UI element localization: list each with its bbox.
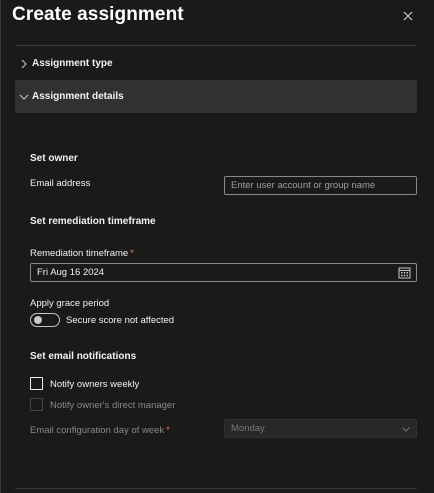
- email-address-label: Email address: [30, 178, 91, 189]
- grace-period-toggle-text: Secure score not affected: [66, 315, 175, 326]
- chevron-right-icon: [21, 59, 27, 68]
- notify-owners-weekly-checkbox[interactable]: [30, 377, 43, 390]
- section-assignment-type[interactable]: Assignment type: [15, 47, 417, 80]
- panel-title: Create assignment: [12, 4, 184, 25]
- required-marker: *: [166, 425, 170, 436]
- remediation-timeframe-label: Remediation timeframe *: [30, 248, 134, 259]
- email-day-label-text: Email configuration day of week: [30, 425, 165, 436]
- create-assignment-panel: Create assignment Assignment type Assign…: [0, 0, 434, 493]
- chevron-down-icon: [19, 94, 29, 100]
- required-marker: *: [130, 248, 134, 259]
- grace-period-toggle[interactable]: [30, 313, 60, 327]
- set-remediation-heading: Set remediation timeframe: [30, 216, 156, 227]
- section-assignment-details-label: Assignment details: [32, 91, 124, 102]
- email-address-placeholder: Enter user account or group name: [231, 180, 376, 191]
- set-email-notifications-heading: Set email notifications: [30, 351, 137, 362]
- apply-grace-period-label: Apply grace period: [30, 298, 110, 309]
- email-day-label: Email configuration day of week *: [30, 425, 170, 436]
- toggle-knob: [34, 316, 42, 324]
- remediation-timeframe-label-text: Remediation timeframe: [30, 248, 129, 259]
- email-address-input[interactable]: Enter user account or group name: [224, 176, 417, 195]
- email-day-dropdown: Monday: [224, 419, 417, 438]
- footer-divider: [15, 488, 417, 489]
- email-day-value: Monday: [231, 423, 265, 434]
- remediation-date-value: Fri Aug 16 2024: [37, 267, 105, 278]
- set-owner-heading: Set owner: [30, 153, 78, 164]
- notify-direct-manager-label: Notify owner's direct manager: [50, 400, 176, 411]
- chevron-down-icon: [402, 427, 410, 432]
- notify-direct-manager-checkbox: [30, 398, 43, 411]
- notify-owners-weekly-label: Notify owners weekly: [50, 379, 140, 390]
- header-divider: [15, 45, 417, 46]
- section-assignment-type-label: Assignment type: [32, 58, 113, 69]
- calendar-icon[interactable]: [398, 266, 411, 279]
- remediation-date-picker[interactable]: Fri Aug 16 2024: [30, 263, 417, 282]
- section-assignment-details[interactable]: Assignment details: [15, 80, 417, 113]
- close-icon[interactable]: [402, 10, 414, 22]
